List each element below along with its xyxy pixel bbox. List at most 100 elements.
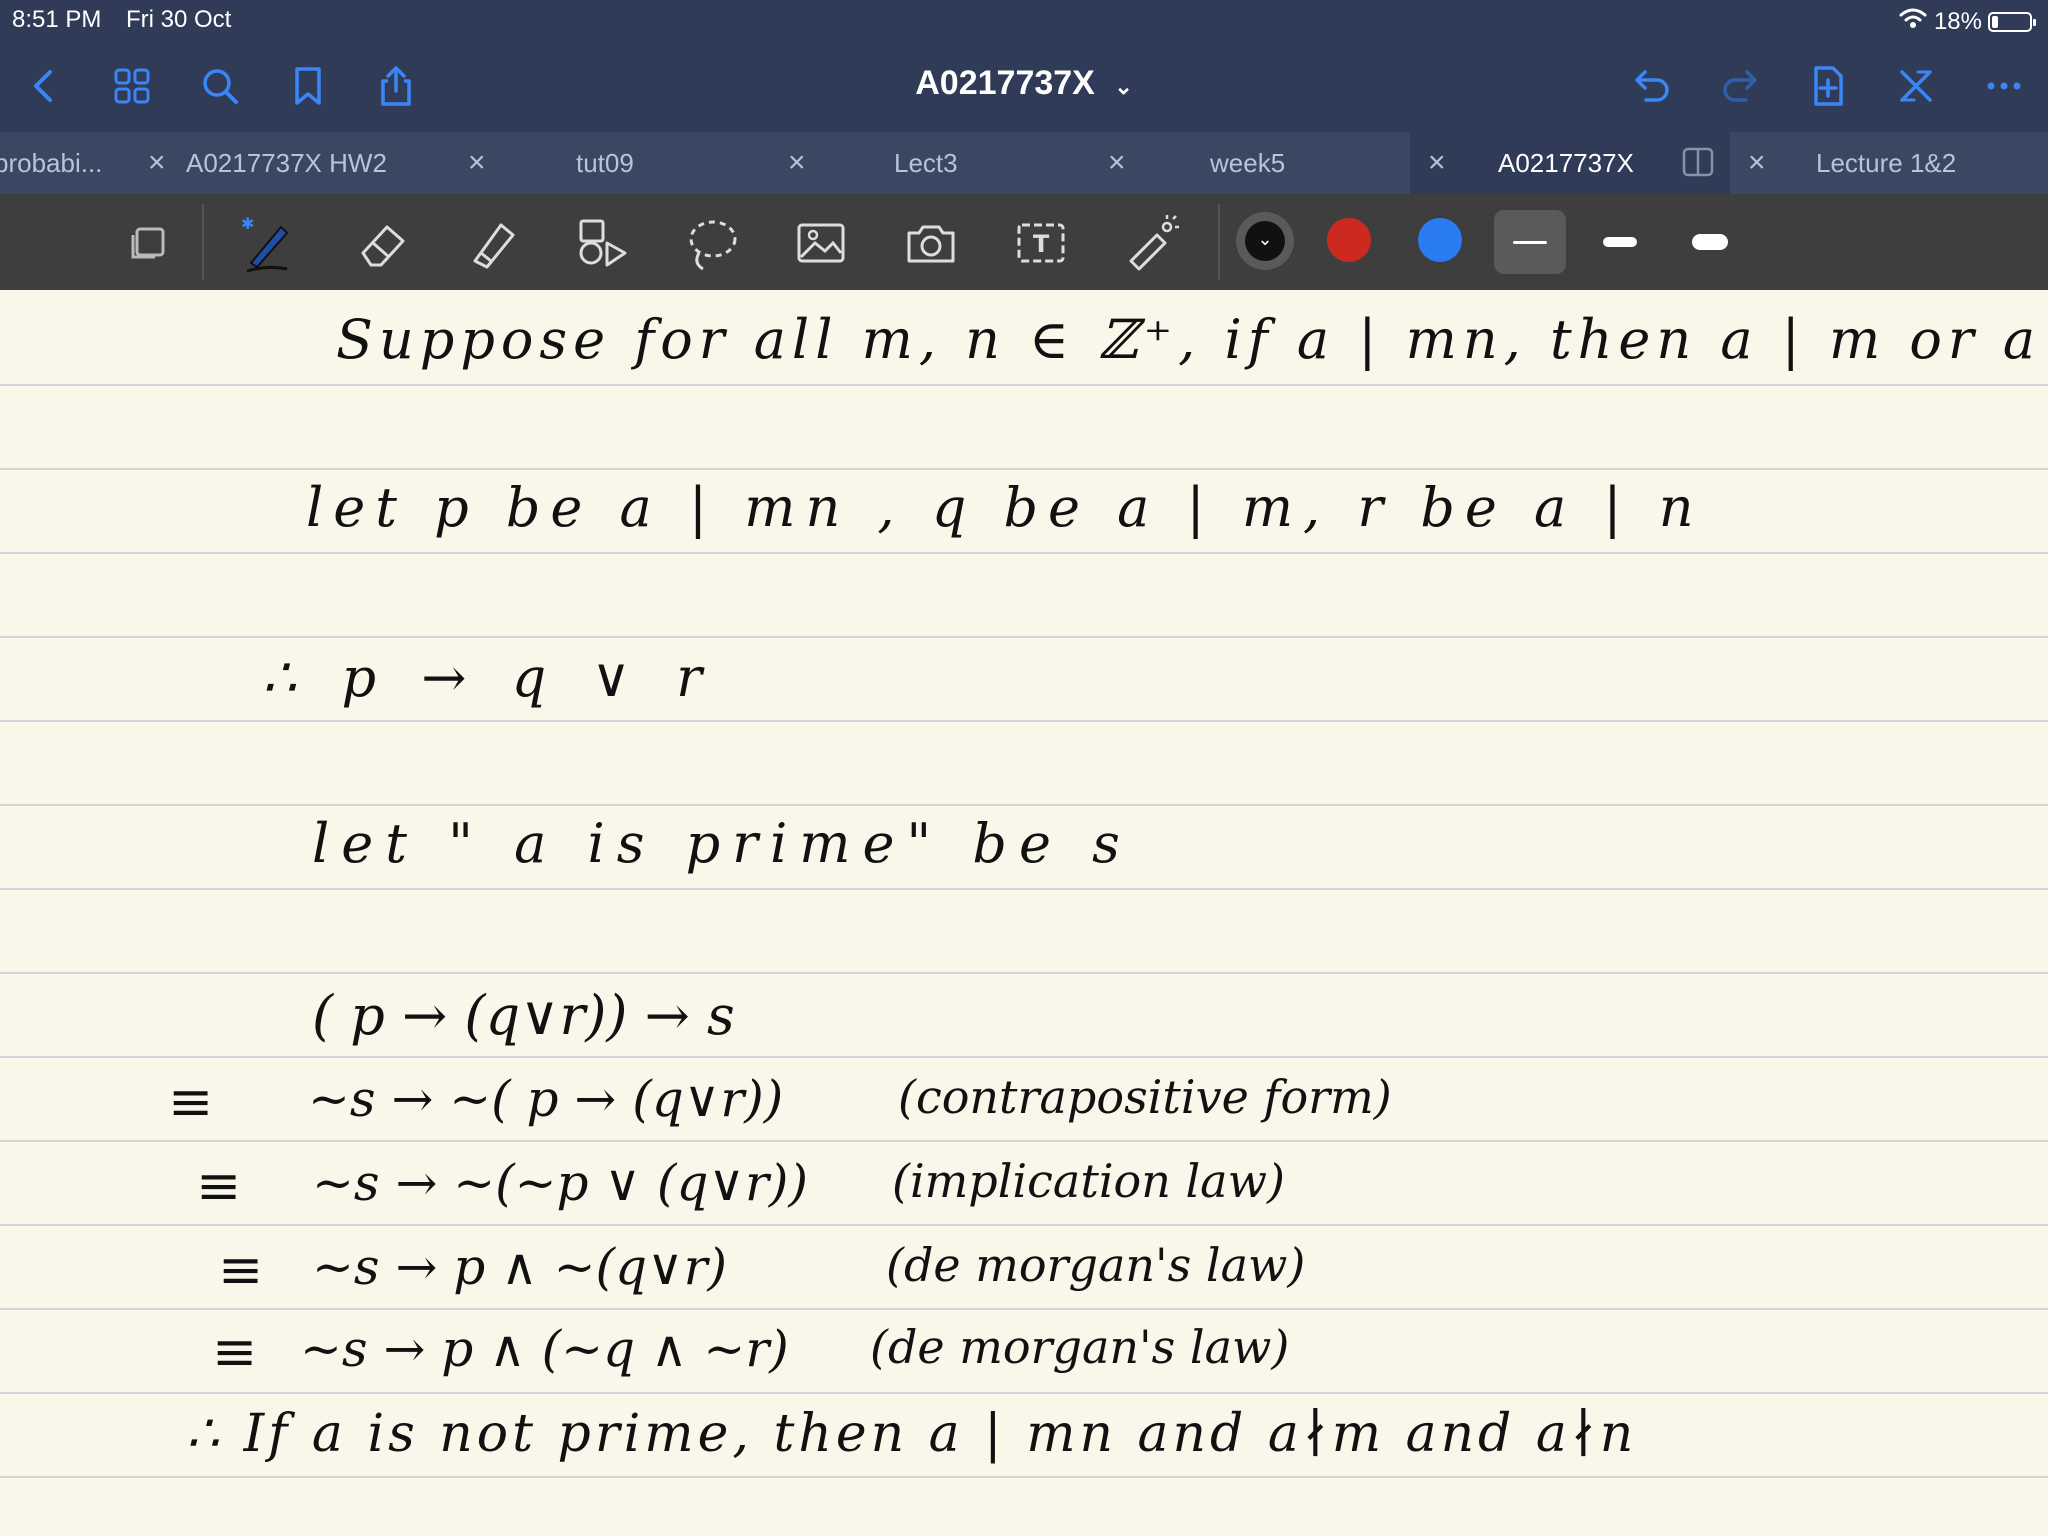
battery-fill bbox=[1992, 15, 1998, 28]
handwritten-line-7: ~s → ~(~p ∨ (q∨r)) bbox=[312, 1154, 808, 1212]
split-view-icon[interactable] bbox=[1682, 146, 1714, 185]
toolbar-divider bbox=[1218, 204, 1220, 280]
tab-close-icon[interactable]: × bbox=[148, 146, 166, 180]
handwritten-note-7: (implication law) bbox=[892, 1154, 1285, 1208]
ruled-line bbox=[0, 468, 2048, 470]
handwritten-line-6: ~s → ~( p → (q∨r)) bbox=[308, 1070, 784, 1128]
chevron-down-icon: ⌄ bbox=[1245, 221, 1285, 261]
ruled-line bbox=[0, 1392, 2048, 1394]
handwritten-line-9: ~s → p ∧ (~q ∧ ~r) bbox=[300, 1320, 789, 1378]
ruled-line bbox=[0, 972, 2048, 974]
note-canvas[interactable]: Suppose for all m, n ∈ ℤ⁺, if a | mn, th… bbox=[0, 290, 2048, 1536]
wifi-icon bbox=[1898, 6, 1928, 37]
handwritten-line-5: ( p → (q∨r)) → s bbox=[312, 984, 735, 1047]
tab-hw2[interactable]: × A0217737X HW2 bbox=[130, 132, 450, 194]
tab-close-icon[interactable]: × bbox=[468, 146, 486, 180]
text-box-icon[interactable]: T bbox=[1006, 208, 1076, 278]
highlighter-icon[interactable] bbox=[456, 208, 526, 278]
handwritten-note-8: (de morgan's law) bbox=[886, 1238, 1306, 1292]
undo-icon[interactable] bbox=[1626, 60, 1678, 112]
battery-percent: 18% bbox=[1933, 7, 1982, 35]
lasso-icon[interactable] bbox=[676, 208, 746, 278]
equivalence-symbol: ≡ bbox=[212, 1320, 258, 1383]
search-icon[interactable] bbox=[194, 60, 246, 112]
tab-label: Lecture 1&2 bbox=[1816, 148, 1957, 178]
tab-label: week5 bbox=[1210, 148, 1286, 178]
more-icon[interactable] bbox=[1978, 60, 2030, 112]
ruled-line bbox=[0, 1056, 2048, 1058]
handwritten-line-10: ∴ If a is not prime, then a | mn and a∤m… bbox=[186, 1404, 1638, 1464]
handwritten-note-9: (de morgan's law) bbox=[870, 1320, 1290, 1374]
ruled-line bbox=[0, 384, 2048, 386]
equivalence-symbol: ≡ bbox=[168, 1070, 214, 1133]
document-tab-bar: probabi... × A0217737X HW2 × tut09 × Lec… bbox=[0, 132, 2048, 194]
tab-label: tut09 bbox=[576, 148, 634, 178]
tab-active-document[interactable]: × A0217737X bbox=[1410, 132, 1730, 194]
tab-probability[interactable]: probabi... bbox=[0, 132, 130, 194]
color-swatch-red[interactable] bbox=[1327, 218, 1371, 262]
back-icon[interactable] bbox=[18, 60, 70, 112]
page-thumbnail-icon[interactable] bbox=[116, 208, 186, 278]
ruled-line bbox=[0, 1140, 2048, 1142]
stroke-thick-preview bbox=[1692, 234, 1728, 250]
handwritten-note-6: (contrapositive form) bbox=[898, 1070, 1392, 1124]
equivalence-symbol: ≡ bbox=[196, 1154, 242, 1217]
ruled-line bbox=[0, 636, 2048, 638]
ruled-line bbox=[0, 1476, 2048, 1478]
color-swatch-blue[interactable] bbox=[1418, 218, 1462, 262]
bookmark-icon[interactable] bbox=[282, 60, 334, 112]
redo-icon[interactable] bbox=[1714, 60, 1766, 112]
tab-label: Lect3 bbox=[894, 148, 958, 178]
stroke-thick-option[interactable] bbox=[1674, 210, 1746, 274]
tab-close-icon[interactable]: × bbox=[1748, 146, 1766, 180]
tab-week5[interactable]: × week5 bbox=[1090, 132, 1410, 194]
handwritten-line-3: ∴ p → q ∨ r bbox=[262, 646, 716, 709]
image-icon[interactable] bbox=[786, 208, 856, 278]
handwritten-line-1: Suppose for all m, n ∈ ℤ⁺, if a | mn, th… bbox=[336, 308, 2048, 371]
chevron-down-icon[interactable]: ⌄ bbox=[1114, 74, 1132, 99]
svg-text:T: T bbox=[1033, 230, 1050, 258]
toolbar-divider bbox=[202, 204, 204, 280]
handwritten-line-8: ~s → p ∧ ~(q∨r) bbox=[312, 1238, 728, 1296]
tab-tut09[interactable]: × tut09 bbox=[450, 132, 770, 194]
tab-close-icon[interactable]: × bbox=[1428, 146, 1446, 180]
camera-icon[interactable] bbox=[896, 208, 966, 278]
status-date: Fri 30 Oct bbox=[126, 6, 232, 33]
svg-text:✱: ✱ bbox=[241, 214, 254, 233]
document-title[interactable]: A0217737X bbox=[915, 64, 1095, 102]
tab-lecture-1-2[interactable]: × Lecture 1&2 bbox=[1730, 132, 2048, 194]
tab-label: probabi... bbox=[0, 148, 103, 178]
stroke-medium-preview bbox=[1603, 237, 1637, 247]
battery-icon bbox=[1988, 11, 2036, 32]
ruled-line bbox=[0, 804, 2048, 806]
pen-toolbar: ✱ T ⌄ bbox=[0, 194, 2048, 290]
ruled-line bbox=[0, 1308, 2048, 1310]
ruled-line bbox=[0, 552, 2048, 554]
ruled-line bbox=[0, 720, 2048, 722]
equivalence-symbol: ≡ bbox=[218, 1238, 264, 1301]
share-icon[interactable] bbox=[370, 60, 422, 112]
close-doc-icon[interactable] bbox=[1890, 60, 1942, 112]
tab-label: A0217737X HW2 bbox=[186, 148, 387, 178]
add-page-icon[interactable] bbox=[1802, 60, 1854, 112]
laser-pointer-icon[interactable] bbox=[1116, 208, 1186, 278]
grid-icon[interactable] bbox=[106, 60, 158, 112]
tab-close-icon[interactable]: × bbox=[1108, 146, 1126, 180]
status-bar: 8:51 PM Fri 30 Oct 18% bbox=[0, 0, 2048, 40]
ruled-line bbox=[0, 888, 2048, 890]
eraser-icon[interactable] bbox=[348, 208, 418, 278]
tab-label: A0217737X bbox=[1498, 148, 1634, 178]
stroke-medium-option[interactable] bbox=[1584, 210, 1656, 274]
stroke-thin-preview bbox=[1513, 240, 1547, 244]
pen-icon[interactable]: ✱ bbox=[232, 208, 302, 278]
tab-close-icon[interactable]: × bbox=[788, 146, 806, 180]
status-right: 18% bbox=[1898, 6, 2036, 37]
stroke-thin-option[interactable] bbox=[1494, 210, 1566, 274]
shapes-icon[interactable] bbox=[566, 208, 636, 278]
status-time: 8:51 PM bbox=[12, 6, 102, 33]
ruled-line bbox=[0, 1224, 2048, 1226]
tab-lect3[interactable]: × Lect3 bbox=[770, 132, 1090, 194]
handwritten-line-2: let p be a | mn , q be a | m, r be a | n bbox=[306, 476, 1704, 539]
handwritten-line-4: let " a is prime" be s bbox=[312, 812, 1132, 875]
color-swatch-black-selected[interactable]: ⌄ bbox=[1236, 212, 1294, 270]
